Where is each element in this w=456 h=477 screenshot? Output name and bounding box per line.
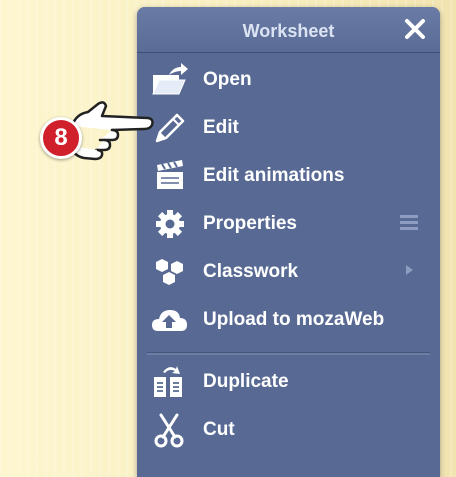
close-icon	[405, 19, 425, 39]
hamburger-icon[interactable]	[400, 213, 418, 231]
menu-item-label: Upload to mozaWeb	[203, 309, 385, 330]
chevron-right-icon	[406, 265, 413, 275]
menu-item-upload-mozaweb[interactable]: Upload to mozaWeb	[137, 297, 440, 343]
duplicate-icon	[154, 366, 182, 397]
close-button[interactable]	[403, 17, 427, 41]
menu-divider	[147, 352, 430, 355]
menu-item-label: Classwork	[203, 261, 299, 282]
panel-header: Worksheet	[137, 7, 440, 53]
menu-item-label: Duplicate	[203, 371, 289, 392]
menu-item-properties[interactable]: Properties	[137, 201, 440, 247]
menu-item-open[interactable]: Open	[137, 57, 440, 103]
menu-item-label: Open	[203, 69, 252, 90]
menu-item-label: Cut	[203, 419, 235, 440]
hexagons-icon	[156, 259, 183, 285]
cloud-upload-icon	[152, 310, 187, 331]
folder-open-icon	[152, 63, 188, 95]
menu-item-label: Properties	[203, 213, 297, 234]
menu-item-classwork[interactable]: Classwork	[137, 249, 440, 295]
menu-item-label: Edit animations	[203, 165, 345, 186]
panel-title: Worksheet	[242, 21, 335, 41]
menu-item-duplicate[interactable]: Duplicate	[137, 359, 440, 405]
gear-icon	[156, 210, 184, 238]
menu-item-cut[interactable]: Cut	[137, 407, 440, 453]
menu-item-label: Edit	[203, 117, 239, 138]
worksheet-menu-panel: Worksheet Open Edit Edit animations Prop…	[137, 7, 440, 477]
menu-item-edit-animations[interactable]: Edit animations	[137, 153, 440, 199]
scissors-icon	[154, 413, 184, 448]
step-number-badge: 8	[40, 117, 82, 159]
menu-item-edit[interactable]: Edit	[137, 105, 440, 151]
